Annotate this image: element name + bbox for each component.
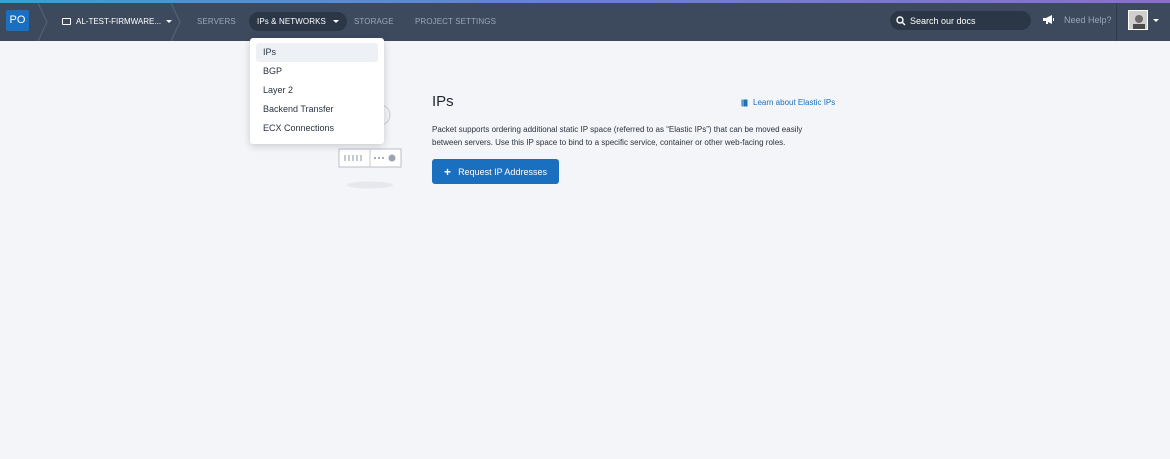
dropdown-item-layer-2[interactable]: Layer 2 <box>256 81 378 100</box>
project-name: AL-TEST-FIRMWARE... <box>76 16 162 26</box>
breadcrumb-separator <box>170 3 181 41</box>
book-icon <box>741 99 748 106</box>
user-avatar <box>1128 10 1148 30</box>
breadcrumb-separator <box>37 3 48 41</box>
need-help-label: Need Help? <box>1064 14 1112 25</box>
dropdown-item-ecx-connections[interactable]: ECX Connections <box>256 119 378 138</box>
user-menu[interactable] <box>1128 10 1159 30</box>
nav-storage[interactable]: STORAGE <box>354 12 394 31</box>
chevron-down-icon <box>332 20 339 23</box>
project-selector[interactable]: AL-TEST-FIRMWARE... <box>62 13 173 29</box>
need-help-button[interactable]: Need Help? <box>1042 14 1112 25</box>
navbar-divider <box>1116 3 1117 41</box>
learn-elastic-ips-link[interactable]: Learn about Elastic IPs <box>741 98 835 107</box>
learn-link-label: Learn about Elastic IPs <box>753 98 836 107</box>
search-icon <box>896 15 906 25</box>
megaphone-icon <box>1043 15 1054 24</box>
folder-icon <box>62 17 71 25</box>
dropdown-item-ips[interactable]: IPs <box>256 43 378 62</box>
ips-networks-dropdown: IPs BGP Layer 2 Backend Transfer ECX Con… <box>250 38 384 144</box>
chevron-down-icon <box>1153 18 1159 22</box>
docs-search[interactable] <box>890 11 1031 30</box>
dropdown-item-bgp[interactable]: BGP <box>256 62 378 81</box>
top-navbar: PO AL-TEST-FIRMWARE... SERVERS IPs & NET… <box>0 0 1170 41</box>
ips-description: Packet supports ordering additional stat… <box>432 125 803 147</box>
plus-icon: + <box>444 164 452 179</box>
nav-ips-networks[interactable]: IPs & NETWORKS <box>249 12 347 31</box>
nav-servers[interactable]: SERVERS <box>197 12 236 31</box>
request-button-label: Request IP Addresses <box>458 166 547 177</box>
request-ip-addresses-button[interactable]: + Request IP Addresses <box>432 159 559 184</box>
org-badge[interactable]: PO <box>6 10 29 31</box>
search-input[interactable] <box>910 15 1025 26</box>
nav-project-settings[interactable]: PROJECT SETTINGS <box>415 12 496 31</box>
dropdown-item-backend-transfer[interactable]: Backend Transfer <box>256 100 378 119</box>
nav-ips-networks-label: IPs & NETWORKS <box>257 17 326 26</box>
